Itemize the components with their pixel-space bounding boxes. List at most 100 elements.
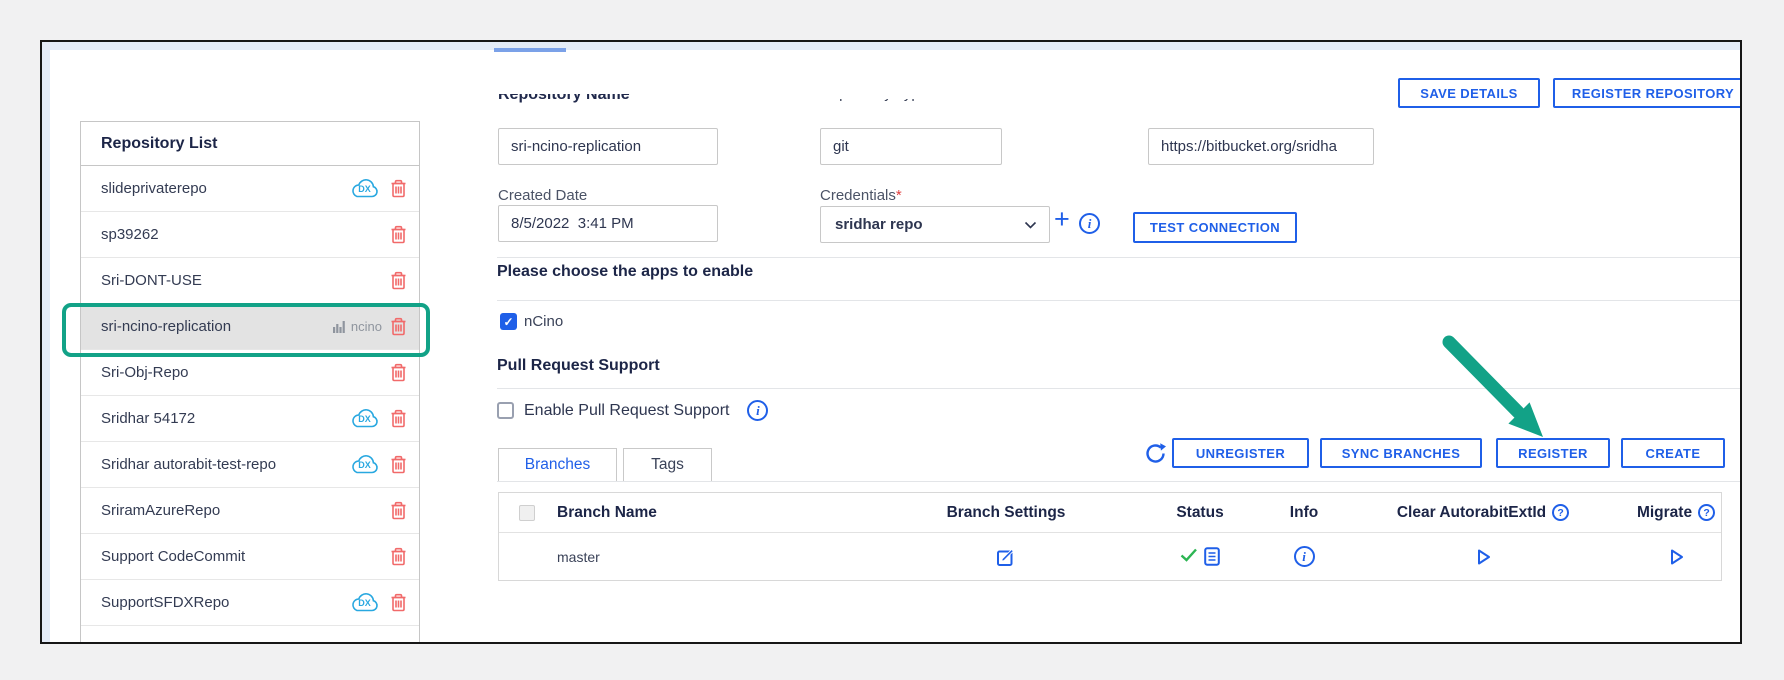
repository-item-badges <box>390 225 407 244</box>
tabs-divider <box>497 481 1740 482</box>
chevron-down-icon <box>1024 221 1037 229</box>
repository-list-item[interactable]: Sri-Obj-Repo <box>81 350 419 396</box>
salesforce-dx-badge-icon: DX <box>346 591 382 615</box>
active-page-tab-indicator <box>494 48 566 52</box>
delete-repository-icon[interactable] <box>390 455 407 474</box>
credentials-dropdown[interactable]: sridhar repo <box>820 206 1050 243</box>
branch-name-cell: master <box>555 549 885 565</box>
register-repository-button[interactable]: REGISTER REPOSITORY <box>1553 78 1742 108</box>
ncino-checkbox[interactable] <box>500 313 517 330</box>
salesforce-dx-badge-icon: DX <box>346 407 382 431</box>
column-migrate: Migrate ? <box>1631 504 1721 522</box>
repository-item-label: sri-ncino-replication <box>101 318 333 335</box>
tab-branches[interactable]: Branches <box>498 448 617 481</box>
column-branch-name: Branch Name <box>555 504 885 522</box>
refresh-branches-icon[interactable] <box>1142 440 1168 466</box>
credentials-info-icon[interactable]: i <box>1079 213 1100 234</box>
repository-list-item[interactable]: SriramAzureRepo <box>81 488 419 534</box>
section-divider <box>497 257 1740 258</box>
repository-list-item[interactable]: sp39262 <box>81 212 419 258</box>
window-top-strip <box>42 42 1740 50</box>
branch-settings-edit-icon[interactable] <box>996 547 1016 567</box>
repository-item-badges: DX <box>346 177 407 201</box>
repository-list-item[interactable]: SupportSFDXRepo DX <box>81 580 419 626</box>
branch-table: Branch Name Branch Settings Status Info … <box>498 492 1722 581</box>
repository-item-badges <box>390 271 407 290</box>
repository-item-badges: ncino <box>333 317 407 336</box>
status-log-icon[interactable] <box>1204 547 1220 566</box>
repository-name-input[interactable]: sri-ncino-replication <box>498 128 718 165</box>
salesforce-dx-badge-icon: DX <box>346 453 382 477</box>
enable-pr-info-icon[interactable]: i <box>747 400 768 421</box>
enable-pr-label: Enable Pull Request Support <box>524 402 729 420</box>
repository-item-badges <box>390 501 407 520</box>
delete-repository-icon[interactable] <box>390 593 407 612</box>
delete-repository-icon[interactable] <box>390 547 407 566</box>
sync-branches-button[interactable]: SYNC BRANCHES <box>1320 438 1482 468</box>
branch-table-header: Branch Name Branch Settings Status Info … <box>499 493 1721 533</box>
add-credential-icon[interactable]: + <box>1054 206 1070 233</box>
branch-table-row: master <box>499 533 1721 580</box>
repository-list-panel: Repository List slideprivaterepo DX sp39… <box>80 121 420 642</box>
column-info: Info <box>1273 504 1335 522</box>
unregister-button[interactable]: UNREGISTER <box>1172 438 1309 468</box>
repository-list-item[interactable]: sri-ncino-replication ncino <box>81 304 419 350</box>
repository-name-label-clipped: Repository Name <box>498 94 738 107</box>
status-success-check-icon <box>1180 548 1198 565</box>
delete-repository-icon[interactable] <box>390 271 407 290</box>
repository-item-label: Sridhar 54172 <box>101 410 346 427</box>
migrate-run-icon[interactable] <box>1669 548 1684 566</box>
clear-autorabitextid-help-icon[interactable]: ? <box>1552 504 1569 521</box>
created-date-input[interactable]: 8/5/2022 3:41 PM <box>498 205 718 242</box>
create-button[interactable]: CREATE <box>1621 438 1725 468</box>
repository-item-label: slideprivaterepo <box>101 180 346 197</box>
repository-item-label: SriramAzureRepo <box>101 502 390 519</box>
branch-info-icon[interactable]: i <box>1294 546 1315 567</box>
apps-section-heading: Please choose the apps to enable <box>497 263 753 281</box>
enable-pr-checkbox[interactable] <box>497 402 514 419</box>
select-all-checkbox[interactable] <box>519 505 535 521</box>
delete-repository-icon[interactable] <box>390 409 407 428</box>
section-divider <box>497 300 1740 301</box>
repository-item-label: Support CodeCommit <box>101 548 390 565</box>
repository-list-item[interactable]: Sri-DONT-USE <box>81 258 419 304</box>
register-button[interactable]: REGISTER <box>1496 438 1610 468</box>
repository-list-item[interactable]: Sridhar 54172 DX <box>81 396 419 442</box>
repository-type-label-clipped: Repository Type <box>820 99 990 104</box>
column-status: Status <box>1127 504 1273 522</box>
required-asterisk: * <box>896 187 902 204</box>
delete-repository-icon[interactable] <box>390 317 407 336</box>
repository-item-label: SupportSFDXRepo <box>101 594 346 611</box>
migrate-help-icon[interactable]: ? <box>1698 504 1715 521</box>
delete-repository-icon[interactable] <box>390 179 407 198</box>
repository-type-input[interactable]: git <box>820 128 1002 165</box>
repository-item-badges: DX <box>346 453 407 477</box>
window-left-strip <box>42 42 50 642</box>
delete-repository-icon[interactable] <box>390 363 407 382</box>
clear-autorabitextid-run-icon[interactable] <box>1476 548 1491 566</box>
test-connection-button[interactable]: TEST CONNECTION <box>1133 212 1297 243</box>
column-branch-settings: Branch Settings <box>885 504 1127 522</box>
repository-list-item[interactable]: Sridhar autorabit-test-repo DX <box>81 442 419 488</box>
section-divider <box>497 388 1740 389</box>
repository-item-badges: DX <box>346 591 407 615</box>
ncino-app-row: nCino <box>500 313 563 330</box>
repository-list-items: slideprivaterepo DX sp39262 <box>81 166 419 626</box>
svg-text:DX: DX <box>358 598 371 608</box>
svg-text:DX: DX <box>358 184 371 194</box>
svg-text:DX: DX <box>358 414 371 424</box>
save-details-button[interactable]: SAVE DETAILS <box>1398 78 1540 108</box>
repository-list-item[interactable]: Support CodeCommit <box>81 534 419 580</box>
pull-request-heading: Pull Request Support <box>497 357 660 375</box>
credentials-selected-value: sridhar repo <box>833 216 923 233</box>
tab-tags[interactable]: Tags <box>623 448 712 481</box>
repository-list-title: Repository List <box>81 122 419 166</box>
created-date-label: Created Date <box>498 187 587 204</box>
repository-item-label: Sri-Obj-Repo <box>101 364 390 381</box>
repository-item-label: sp39262 <box>101 226 390 243</box>
delete-repository-icon[interactable] <box>390 225 407 244</box>
repository-url-input[interactable]: https://bitbucket.org/sridha <box>1148 128 1374 165</box>
ncino-badge-icon: ncino <box>333 319 382 334</box>
repository-list-item[interactable]: slideprivaterepo DX <box>81 166 419 212</box>
delete-repository-icon[interactable] <box>390 501 407 520</box>
